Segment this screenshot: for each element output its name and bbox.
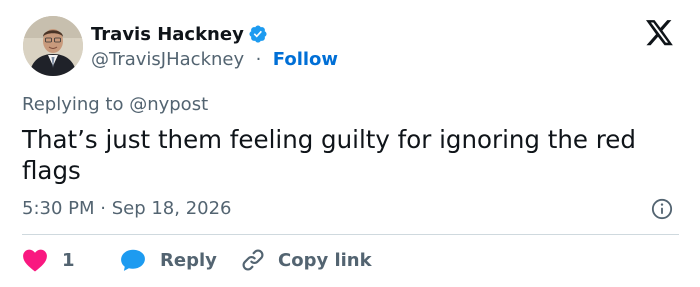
copy-link-button[interactable]: Copy link: [240, 247, 372, 273]
x-logo[interactable]: [646, 20, 674, 46]
follow-button[interactable]: Follow: [273, 49, 338, 70]
author-name-row: Travis Hackney: [91, 21, 268, 47]
avatar-photo: [23, 16, 83, 76]
author-handle-row: @TravisJHackney · Follow: [91, 48, 338, 72]
avatar[interactable]: [23, 16, 83, 76]
author-handle[interactable]: @TravisJHackney: [91, 49, 244, 70]
like-button[interactable]: 1: [22, 248, 112, 272]
tweet-timestamp[interactable]: 5:30 PM · Sep 18, 2026: [22, 197, 232, 221]
tweet-text: That’s just them feeling guilty for igno…: [22, 125, 636, 185]
action-bar: 1 Reply Copy link: [22, 246, 372, 274]
reply-button[interactable]: Reply: [120, 248, 234, 272]
handle-separator: ·: [249, 49, 268, 70]
speech-bubble-icon: [121, 249, 145, 271]
divider: [22, 234, 679, 235]
reply-label: Reply: [160, 249, 217, 271]
link-icon: [242, 249, 264, 271]
author-name[interactable]: Travis Hackney: [91, 24, 244, 45]
like-count: 1: [62, 249, 75, 271]
heart-icon: [23, 249, 47, 272]
info-circle-icon[interactable]: [651, 198, 673, 220]
copy-link-label: Copy link: [278, 249, 372, 271]
verified-badge-icon: [249, 25, 267, 43]
replying-to-label: Replying to @nypost: [22, 94, 209, 115]
